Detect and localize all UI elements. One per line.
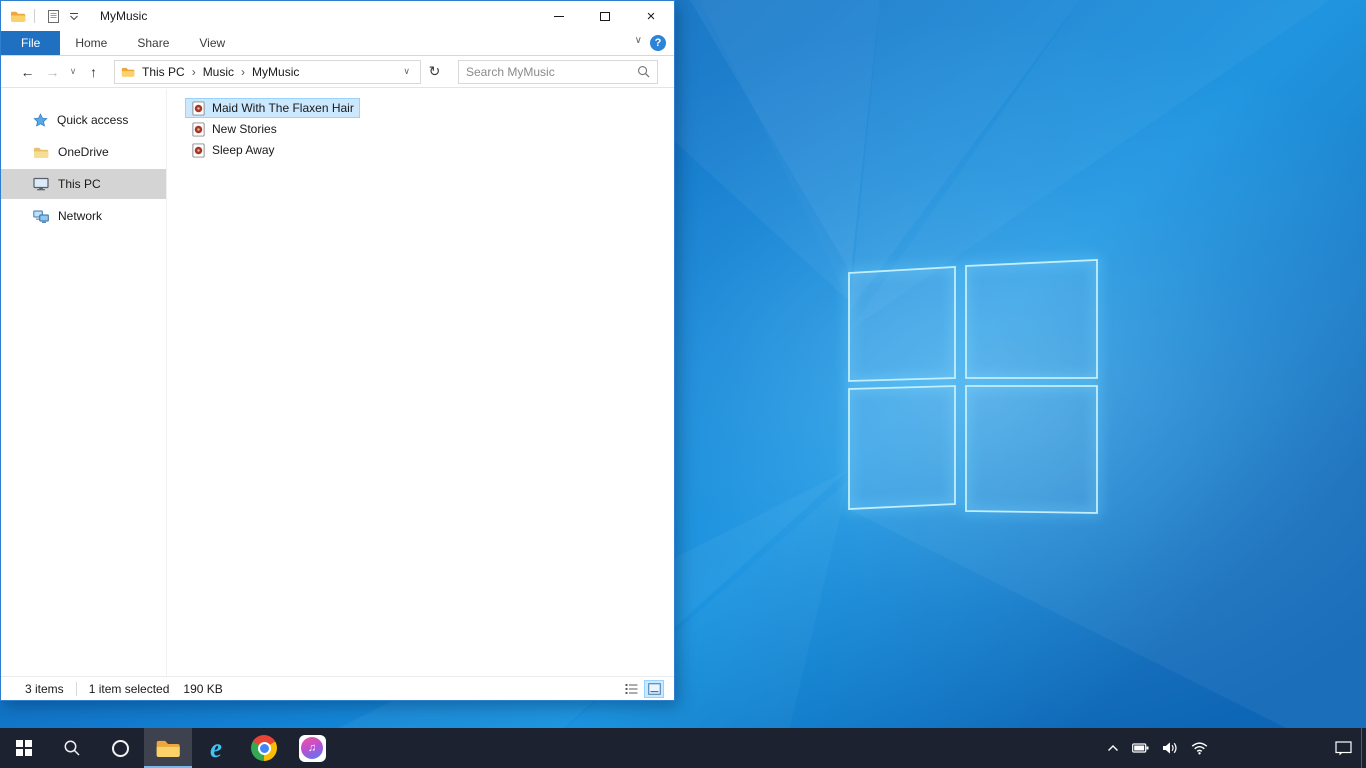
tab-home[interactable]: Home	[60, 31, 122, 55]
file-item[interactable]: Maid With The Flaxen Hair	[185, 98, 360, 118]
sidebar-item-label: Network	[58, 209, 103, 223]
sidebar-item-quick-access[interactable]: Quick access	[1, 105, 166, 135]
navigation-pane: Quick access OneDrive This PC Network	[1, 89, 166, 676]
forward-button[interactable]: →	[40, 64, 65, 80]
itunes-icon: ♫	[298, 734, 326, 762]
sidebar-item-this-pc[interactable]: This PC	[1, 169, 166, 199]
taskbar-internet-explorer-button[interactable]: e	[192, 728, 240, 768]
file-item[interactable]: New Stories	[185, 119, 283, 139]
action-center-button[interactable]	[1335, 728, 1352, 768]
close-icon: ×	[646, 7, 656, 25]
file-name: New Stories	[212, 122, 277, 136]
window-titlebar[interactable]: MyMusic ×	[1, 1, 674, 31]
sidebar-item-network[interactable]: Network	[1, 201, 166, 231]
tab-share[interactable]: Share	[122, 31, 184, 55]
chrome-icon	[251, 735, 277, 761]
status-selection-size: 190 KB	[183, 681, 223, 696]
file-list: Maid With The Flaxen Hair New Stories Sl…	[166, 89, 674, 676]
computer-icon	[33, 177, 49, 191]
status-bar: 3 items 1 item selected 190 KB	[1, 676, 674, 700]
search-input[interactable]	[466, 64, 637, 79]
thumbnails-view-button[interactable]	[644, 679, 664, 698]
taskbar-chrome-button[interactable]	[240, 728, 288, 768]
breadcrumb-segment-music[interactable]: Music	[196, 65, 241, 79]
minimize-icon	[554, 15, 564, 17]
wifi-icon[interactable]	[1191, 741, 1208, 755]
maximize-icon	[600, 11, 610, 21]
help-button[interactable]: ?	[650, 35, 666, 51]
window-title: MyMusic	[100, 9, 148, 23]
folder-icon	[33, 146, 49, 159]
window-folder-icon	[10, 10, 26, 23]
thumbnails-view-icon	[647, 682, 661, 695]
music-file-icon	[191, 121, 206, 137]
file-name: Sleep Away	[212, 143, 275, 157]
windows-start-icon	[16, 740, 32, 756]
close-button[interactable]: ×	[628, 1, 674, 31]
back-button[interactable]: ←	[15, 64, 40, 80]
battery-icon[interactable]	[1132, 742, 1149, 754]
window-controls: ×	[536, 1, 674, 31]
action-center-icon	[1335, 740, 1352, 756]
taskbar: e ♫	[0, 728, 1366, 768]
taskbar-cortana-button[interactable]	[96, 728, 144, 768]
minimize-button[interactable]	[536, 1, 582, 31]
internet-explorer-icon: e	[210, 732, 222, 763]
volume-icon[interactable]	[1162, 741, 1178, 755]
breadcrumb-segment-mymusic[interactable]: MyMusic	[245, 65, 306, 79]
sidebar-item-label: Quick access	[57, 113, 129, 127]
chevron-up-icon[interactable]	[1107, 744, 1119, 752]
ribbon-expand-chevron-icon[interactable]: ∨	[635, 35, 642, 46]
network-icon	[33, 210, 49, 223]
details-view-icon	[625, 683, 637, 694]
tab-view[interactable]: View	[184, 31, 240, 55]
tab-file[interactable]: File	[1, 31, 61, 55]
view-toggle-buttons	[621, 679, 664, 698]
qat-customize-chevron-icon[interactable]	[69, 12, 79, 21]
explorer-content: Quick access OneDrive This PC Network Ma…	[1, 89, 674, 676]
music-note-icon: ♫	[307, 741, 317, 754]
breadcrumb-segment-this-pc[interactable]: This PC	[135, 65, 192, 79]
search-icon	[637, 65, 650, 78]
sidebar-item-label: OneDrive	[58, 145, 109, 159]
sidebar-item-onedrive[interactable]: OneDrive	[1, 137, 166, 167]
file-name: Maid With The Flaxen Hair	[212, 101, 354, 115]
music-file-icon	[191, 100, 206, 116]
status-item-count: 3 items	[25, 681, 64, 696]
up-button[interactable]: ↑	[81, 64, 106, 80]
status-selection: 1 item selected	[88, 681, 170, 696]
file-explorer-icon	[155, 738, 181, 759]
taskbar-itunes-button[interactable]: ♫	[288, 728, 336, 768]
details-view-button[interactable]	[621, 680, 641, 698]
ribbon-tab-bar: File Home Share View ∨ ?	[1, 31, 674, 56]
show-desktop-button[interactable]	[1361, 728, 1366, 768]
star-icon	[33, 112, 48, 128]
search-box[interactable]	[458, 59, 658, 84]
address-dropdown-chevron-icon[interactable]: ∨	[399, 66, 414, 77]
navigation-bar: ← → ∨ ↑ This PC › Music › MyMusic ∨ ↻	[1, 56, 674, 88]
search-icon	[63, 739, 81, 757]
cortana-icon	[111, 739, 129, 757]
refresh-button[interactable]: ↻	[421, 63, 448, 80]
music-file-icon	[191, 142, 206, 158]
system-tray	[1107, 728, 1208, 768]
file-item[interactable]: Sleep Away	[185, 140, 281, 160]
taskbar-file-explorer-button[interactable]	[144, 728, 192, 768]
recent-locations-chevron-icon[interactable]: ∨	[65, 66, 81, 77]
status-separator	[75, 681, 77, 696]
sidebar-item-label: This PC	[58, 177, 101, 191]
qat-properties-icon[interactable]	[48, 9, 59, 23]
maximize-button[interactable]	[582, 1, 628, 31]
file-explorer-window: MyMusic × File Home Share View ∨ ? ← → ∨…	[0, 0, 675, 701]
taskbar-start-button[interactable]	[0, 728, 48, 768]
address-folder-icon	[121, 66, 135, 78]
qat-separator	[34, 9, 35, 23]
address-bar[interactable]: This PC › Music › MyMusic ∨	[114, 59, 421, 84]
taskbar-search-button[interactable]	[48, 728, 96, 768]
